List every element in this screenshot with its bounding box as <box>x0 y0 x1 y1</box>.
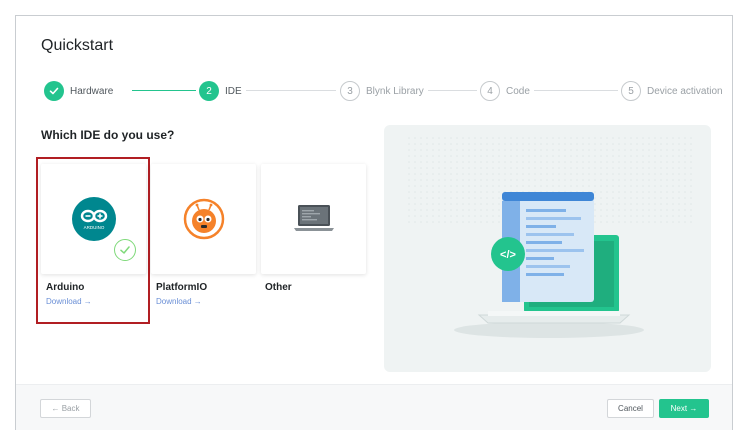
ide-illustration: </> <box>384 125 711 372</box>
step-connector <box>132 90 196 91</box>
step-hardware[interactable]: Hardware <box>44 80 113 102</box>
step-number: 3 <box>340 81 360 101</box>
laptop-icon <box>293 205 334 231</box>
step-label: Device activation <box>647 85 723 97</box>
next-button[interactable]: Next → <box>659 399 709 418</box>
check-icon <box>44 81 64 101</box>
step-connector <box>534 90 618 91</box>
page-title: Quickstart <box>41 37 114 54</box>
step-connector <box>428 90 477 91</box>
step-blynk-library[interactable]: 3 Blynk Library <box>340 80 424 102</box>
back-button[interactable]: ← Back <box>40 399 91 418</box>
download-link-platformio[interactable]: Download → <box>156 297 202 306</box>
step-label: Blynk Library <box>366 85 424 97</box>
selection-highlight <box>36 157 150 324</box>
step-label: Code <box>506 85 530 97</box>
code-badge-text: </> <box>500 249 516 261</box>
step-device-activation[interactable]: 5 Device activation <box>621 80 723 102</box>
step-connector <box>246 90 336 91</box>
cancel-button[interactable]: Cancel <box>607 399 654 418</box>
ide-card-platformio[interactable] <box>151 164 256 274</box>
dialog-footer: ← Back Cancel Next → <box>16 384 732 430</box>
step-label: IDE <box>225 85 242 97</box>
ide-name-other: Other <box>265 282 292 293</box>
code-editor-illustration: </> <box>404 135 694 338</box>
platformio-logo-icon <box>183 198 224 240</box>
step-label: Hardware <box>70 85 114 97</box>
step-number: 4 <box>480 81 500 101</box>
ide-card-other[interactable] <box>261 164 366 274</box>
stepper: Hardware 2 IDE 3 Blynk Library 4 Code 5 … <box>44 80 723 102</box>
step-number: 5 <box>621 81 641 101</box>
step-number: 2 <box>199 81 219 101</box>
step-ide[interactable]: 2 IDE <box>199 80 242 102</box>
step-code[interactable]: 4 Code <box>480 80 530 102</box>
quickstart-dialog: Quickstart Hardware 2 IDE 3 Blynk Librar… <box>15 15 733 430</box>
ide-name-platformio: PlatformIO <box>156 282 208 293</box>
ide-question: Which IDE do you use? <box>41 128 175 142</box>
